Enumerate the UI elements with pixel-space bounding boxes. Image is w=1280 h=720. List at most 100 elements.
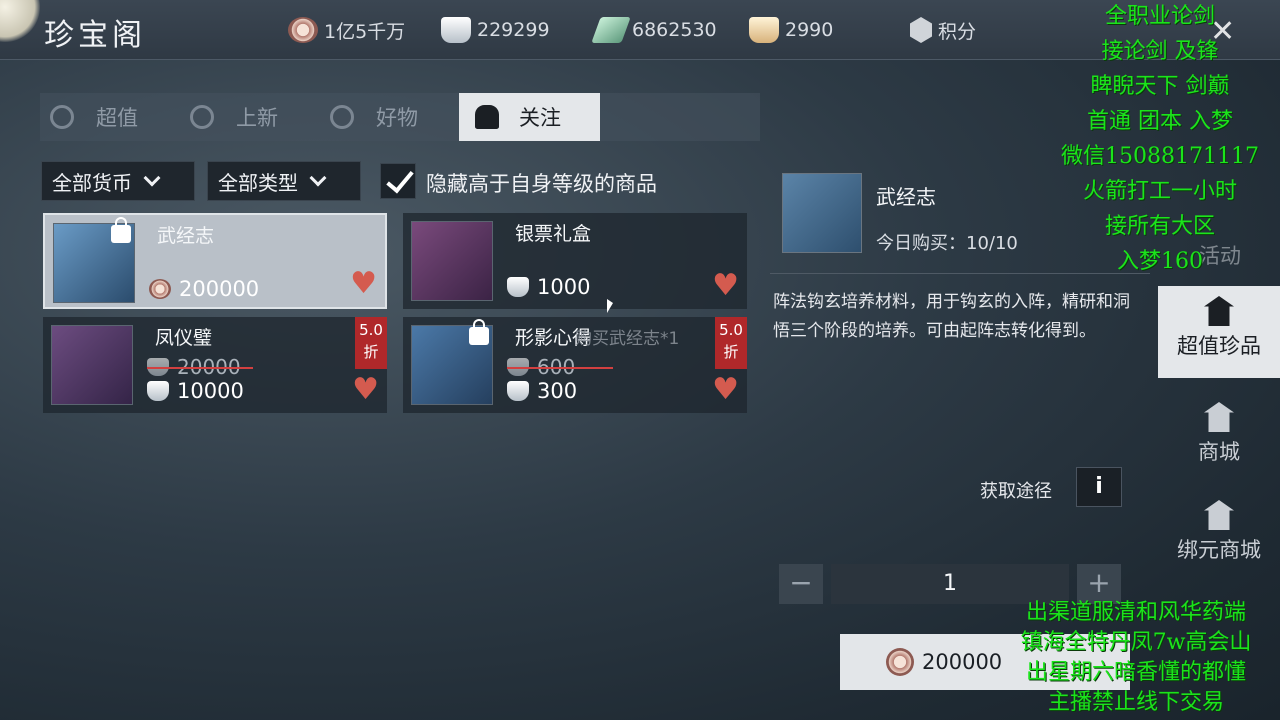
discount-unit: 折 xyxy=(723,343,739,361)
item-original-price: 20000 xyxy=(147,355,253,379)
tab-follow-label: 关注 xyxy=(519,106,561,130)
pavilion-icon xyxy=(1204,500,1234,530)
category-tabs: 超值 上新 好物 关注 xyxy=(40,93,760,141)
hide-higher-level-checkbox[interactable] xyxy=(380,163,416,199)
heart-icon[interactable]: ♥ xyxy=(352,375,379,405)
silver-ingot-icon xyxy=(507,381,529,401)
jade-pendant-icon xyxy=(51,325,133,405)
sidenav-item-mall[interactable]: 商城 xyxy=(1158,392,1280,484)
overlay-line: 镇海全特丹凤7w高会山 xyxy=(1020,630,1252,655)
silver-ingot-icon xyxy=(441,17,471,43)
tab-follow[interactable]: 关注 xyxy=(459,93,600,141)
item-price-value: 1000 xyxy=(537,275,591,299)
overlay-line: 首通 团本 入梦 xyxy=(1087,109,1233,134)
currency-gold[interactable]: 2990 xyxy=(749,16,833,44)
gold-ingot-icon xyxy=(749,17,779,43)
acquire-label: 获取途径 xyxy=(980,481,1052,502)
overlay-line: 接论剑 及锋 xyxy=(1101,39,1219,64)
sidenav-item-label: 超值珍品 xyxy=(1177,334,1261,358)
stream-overlay-top: 全职业论剑 接论剑 及锋 睥睨天下 剑巅 首通 团本 入梦 微信15088171… xyxy=(1040,4,1280,275)
type-filter-value: 全部类型 xyxy=(218,170,298,195)
overlay-line: 入梦160 xyxy=(1117,249,1203,274)
hide-higher-level-label: 隐藏高于自身等级的商品 xyxy=(426,172,657,196)
detail-description: 阵法钩玄培养材料，用于钩玄的入阵，精研和洞悟三个阶段的培养。可由起阵志转化得到。 xyxy=(773,292,1130,341)
info-icon[interactable]: i xyxy=(1076,467,1122,507)
item-original-price: 600 xyxy=(507,355,613,379)
item-name: 武经志 xyxy=(157,225,215,247)
currency-filter-dropdown[interactable]: 全部货币 xyxy=(41,161,195,201)
coin-icon xyxy=(886,648,914,676)
buy-price: 200000 xyxy=(922,650,1003,674)
heart-icon[interactable]: ♥ xyxy=(712,375,739,405)
pavilion-icon xyxy=(1204,402,1234,432)
shield-icon xyxy=(910,17,932,43)
currency-silver-value: 229299 xyxy=(477,19,550,41)
score-button[interactable]: 积分 xyxy=(910,16,976,44)
overlay-line: 出渠道服清和风华药端 xyxy=(1025,600,1246,625)
item-price-value: 300 xyxy=(537,379,578,403)
coin-icon xyxy=(288,17,318,43)
sidenav-item-bound-mall[interactable]: 绑元商城 xyxy=(1158,490,1280,582)
heart-icon[interactable]: ♥ xyxy=(350,269,377,299)
jade-icon xyxy=(591,17,631,43)
pavilion-icon xyxy=(1204,296,1234,326)
sidenav-item-value-treasures[interactable]: 超值珍品 xyxy=(1158,286,1280,378)
item-price: 300 xyxy=(507,379,577,403)
currency-jade[interactable]: 6862530 xyxy=(591,16,717,44)
tab-goods[interactable]: 好物 xyxy=(330,93,460,141)
goods-tab-icon xyxy=(330,105,354,129)
sidenav-item-label: 绑元商城 xyxy=(1177,538,1261,562)
discount-badge: 5.0 折 xyxy=(355,317,387,369)
tab-new[interactable]: 上新 xyxy=(190,93,320,141)
discount-unit: 折 xyxy=(363,343,379,361)
item-price: 10000 xyxy=(147,379,244,403)
heart-icon[interactable]: ♥ xyxy=(712,271,739,301)
discount-value: 5.0 xyxy=(359,321,383,339)
item-card-yinpiao-box[interactable]: 银票礼盒 1000 ♥ xyxy=(403,213,747,309)
overlay-line: 微信15088171117 xyxy=(1061,144,1259,169)
item-card-wujingzhi[interactable]: 武经志 200000 ♥ xyxy=(43,213,387,309)
lock-icon xyxy=(111,217,131,243)
new-tab-icon xyxy=(190,105,214,129)
lock-icon xyxy=(469,319,489,345)
quantity-field[interactable]: 1 xyxy=(831,564,1069,604)
quantity-decrease-button[interactable]: − xyxy=(779,564,823,604)
value-tab-icon xyxy=(50,105,74,129)
overlay-line: 睥睨天下 剑巅 xyxy=(1090,74,1230,99)
currency-silver[interactable]: 229299 xyxy=(441,16,550,44)
overlay-line: 接所有大区 xyxy=(1104,214,1215,239)
discount-value: 5.0 xyxy=(719,321,743,339)
coin-icon xyxy=(149,279,171,299)
detail-item-name: 武经志 xyxy=(876,185,936,209)
overlay-line: 主播禁止线下交易 xyxy=(1047,690,1224,715)
sidenav-item-label: 商城 xyxy=(1198,440,1240,464)
currency-coin[interactable]: 1亿5千万 xyxy=(288,16,405,44)
tab-value[interactable]: 超值 xyxy=(50,93,180,141)
item-price: 200000 xyxy=(149,277,259,301)
score-label: 积分 xyxy=(938,20,977,43)
type-filter-dropdown[interactable]: 全部类型 xyxy=(207,161,361,201)
item-price: 1000 xyxy=(507,275,590,299)
chest-icon xyxy=(411,221,493,301)
item-name: 凤仪璧 xyxy=(155,327,213,349)
currency-gold-value: 2990 xyxy=(785,19,834,41)
discount-badge: 5.0 折 xyxy=(715,317,747,369)
currency-coin-value: 1亿5千万 xyxy=(324,20,406,43)
item-price-value: 10000 xyxy=(177,379,244,403)
purchase-toast: 购买武经志*1 xyxy=(575,329,680,349)
silver-ingot-icon xyxy=(507,277,529,297)
overlay-line: 出星期六暗香懂的都懂 xyxy=(1025,660,1246,685)
overlay-line: 火箭打工一小时 xyxy=(1082,179,1237,204)
silver-ingot-icon xyxy=(147,381,169,401)
tab-new-label: 上新 xyxy=(236,106,278,130)
item-card-fengyibi[interactable]: 凤仪璧 20000 10000 5.0 折 ♥ xyxy=(43,317,387,413)
currency-filter-value: 全部货币 xyxy=(52,170,132,195)
strikethrough-line xyxy=(147,367,253,369)
quantity-increase-button[interactable]: + xyxy=(1077,564,1121,604)
currency-jade-value: 6862530 xyxy=(632,19,717,41)
mouse-cursor-icon xyxy=(607,299,613,313)
stream-overlay-bottom: 出渠道服清和风华药端 镇海全特丹凤7w高会山 出星期六暗香懂的都懂 主播禁止线下… xyxy=(992,600,1280,716)
item-name: 银票礼盒 xyxy=(515,223,592,245)
strikethrough-line xyxy=(507,367,613,369)
item-price-value: 200000 xyxy=(179,277,260,301)
